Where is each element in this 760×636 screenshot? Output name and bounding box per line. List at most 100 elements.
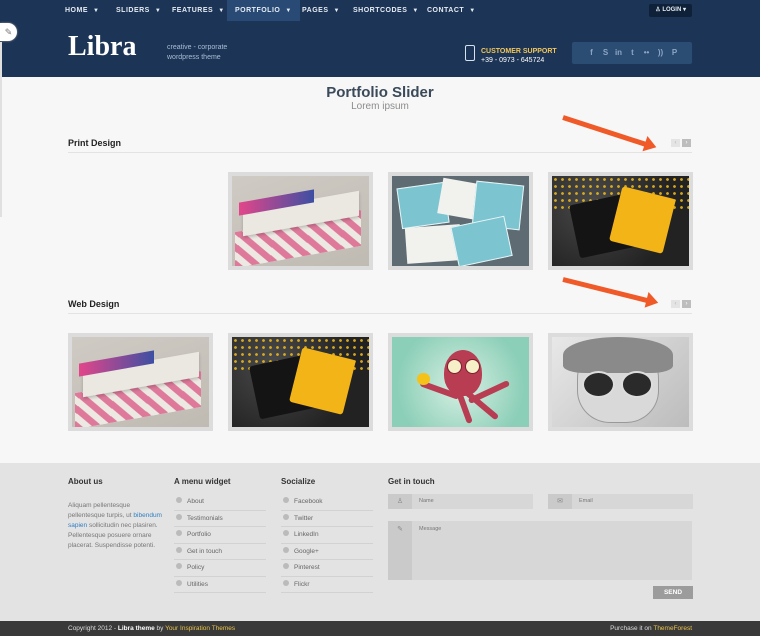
- logo[interactable]: Libra: [68, 31, 136, 63]
- slider-next-button[interactable]: ›: [682, 300, 691, 308]
- nav-item-contact[interactable]: CONTACT ▼: [427, 0, 476, 21]
- flickr-icon[interactable]: ••: [642, 48, 651, 57]
- login-button[interactable]: ♙ LOGIN ▾: [649, 4, 692, 17]
- bullet-icon: [176, 546, 182, 553]
- bullet-icon: [283, 497, 289, 504]
- footer-social-list: Facebook Twitter LinkedIn Google+ Pinter…: [281, 494, 373, 593]
- footer-menu-item[interactable]: Get in touch: [174, 544, 266, 560]
- portfolio-thumb[interactable]: [548, 172, 693, 270]
- footer-menu-label: Policy: [187, 564, 205, 571]
- chevron-down-icon: ▼: [154, 8, 162, 14]
- footer-menu-item[interactable]: Policy: [174, 560, 266, 577]
- nav-item-portfolio[interactable]: PORTFOLIO ▼: [227, 0, 300, 21]
- twitter-icon[interactable]: t: [628, 48, 637, 57]
- bottom-bar: Copyright 2012 - Libra theme by Your Ins…: [0, 621, 760, 636]
- nav-item-label: SHORTCODES: [353, 7, 408, 14]
- footer-social-label: Flickr: [294, 580, 310, 588]
- nav-item-pages[interactable]: PAGES ▼: [302, 0, 340, 21]
- slider-next-button[interactable]: ›: [682, 139, 691, 147]
- footer-menu-item[interactable]: Utilities: [174, 577, 266, 593]
- footer-menu-item[interactable]: About: [174, 494, 266, 511]
- page-title: Portfolio Slider: [326, 84, 434, 101]
- bullet-icon: [283, 579, 289, 586]
- footer-social-label: Google+: [294, 547, 319, 555]
- footer-title-socialize: Socialize: [281, 477, 316, 486]
- nav-item-features[interactable]: FEATURES ▼: [172, 0, 225, 21]
- footer-social-item[interactable]: Google+: [281, 544, 373, 560]
- user-icon: ♙: [388, 494, 412, 509]
- facebook-icon[interactable]: f: [587, 48, 596, 57]
- pinterest-icon[interactable]: P: [670, 48, 679, 57]
- send-button[interactable]: SEND: [653, 586, 693, 599]
- portfolio-thumb[interactable]: [388, 172, 533, 270]
- footer-social-item[interactable]: LinkedIn: [281, 527, 373, 544]
- envelope-icon: ✉: [548, 494, 572, 509]
- name-field[interactable]: ♙ Name: [388, 494, 533, 509]
- footer-menu-label: About: [187, 498, 204, 505]
- teal-cards-image: [392, 176, 529, 266]
- footer-title-contact: Get in touch: [388, 477, 435, 486]
- nav-item-shortcodes[interactable]: SHORTCODES ▼: [353, 0, 419, 21]
- footer-title-about: About us: [68, 477, 103, 486]
- bullet-icon: [176, 513, 182, 520]
- slider-prev-button[interactable]: ‹: [671, 139, 680, 147]
- purchase-note: Purchase it on ThemeForest: [610, 621, 692, 636]
- bullet-icon: [176, 530, 182, 537]
- portfolio-thumb[interactable]: [388, 333, 533, 431]
- nav-item-label: SLIDERS: [116, 7, 150, 14]
- footer-social-item[interactable]: Facebook: [281, 494, 373, 511]
- section-divider: [68, 313, 692, 314]
- footer-menu-label: Testimonials: [187, 514, 223, 522]
- footer-social-label: Facebook: [294, 498, 323, 505]
- linkedin-icon[interactable]: in: [614, 48, 623, 57]
- copyright: Copyright 2012 - Libra theme by Your Ins…: [68, 621, 235, 636]
- support-label: CUSTOMER SUPPORT: [481, 48, 557, 55]
- customer-support: CUSTOMER SUPPORT +39 - 0973 - 645724: [481, 47, 557, 65]
- footer-social-item[interactable]: Twitter: [281, 511, 373, 527]
- bullet-icon: [283, 530, 289, 537]
- section-divider: [68, 152, 692, 153]
- author-link[interactable]: Your Inspiration Themes: [165, 625, 235, 632]
- rss-icon[interactable]: )): [656, 48, 665, 57]
- bullet-icon: [283, 546, 289, 553]
- black-yellow-cards-image: [232, 337, 369, 427]
- chevron-down-icon: ▼: [218, 8, 225, 14]
- email-placeholder: Email: [579, 498, 593, 504]
- business-card-image: [232, 176, 369, 266]
- tagline-line-1: creative - corporate: [167, 44, 228, 51]
- nav-item-label: PAGES: [302, 7, 329, 14]
- slider-prev-button[interactable]: ‹: [671, 300, 680, 308]
- skype-icon[interactable]: S: [601, 48, 610, 57]
- footer-social-item[interactable]: Pinterest: [281, 560, 373, 577]
- portfolio-thumb[interactable]: [548, 333, 693, 431]
- business-card-image: [72, 337, 209, 427]
- chevron-down-icon: ▼: [412, 8, 419, 14]
- copyright-prefix: Copyright 2012 -: [68, 625, 118, 632]
- octopus-illustration-image: [392, 337, 529, 427]
- top-navigation: HOME ▼ SLIDERS ▼ FEATURES ▼ PORTFOLIO ▼ PAGE…: [0, 0, 760, 21]
- sketch-portrait-image: [552, 337, 689, 427]
- portfolio-thumb[interactable]: [228, 333, 373, 431]
- footer-menu-item[interactable]: Portfolio: [174, 527, 266, 544]
- portfolio-thumb[interactable]: [228, 172, 373, 270]
- message-textarea[interactable]: ✎ Message: [388, 521, 692, 580]
- section-title-print-design: Print Design: [68, 138, 122, 148]
- pencil-icon: ✎: [388, 521, 412, 580]
- footer-menu-label: Get in touch: [187, 547, 223, 555]
- footer-menu-item[interactable]: Testimonials: [174, 511, 266, 527]
- chevron-down-icon: ▼: [333, 8, 340, 14]
- nav-item-sliders[interactable]: SLIDERS ▼: [116, 0, 161, 21]
- footer-social-item[interactable]: Flickr: [281, 577, 373, 593]
- purchase-prefix: Purchase it on: [610, 625, 654, 632]
- footer-menu-label: Utilities: [187, 580, 208, 588]
- social-icons-bar: f S in t •• )) P: [572, 42, 692, 64]
- phone-icon: [465, 45, 475, 61]
- chevron-down-icon: ▼: [285, 8, 292, 14]
- portfolio-thumb[interactable]: [68, 333, 213, 431]
- nav-item-label: CONTACT: [427, 7, 465, 14]
- nav-item-home[interactable]: HOME ▼: [65, 0, 99, 21]
- email-field[interactable]: ✉ Email: [548, 494, 693, 509]
- annotation-arrow: [562, 115, 650, 148]
- store-link[interactable]: ThemeForest: [653, 625, 692, 632]
- bullet-icon: [176, 497, 182, 504]
